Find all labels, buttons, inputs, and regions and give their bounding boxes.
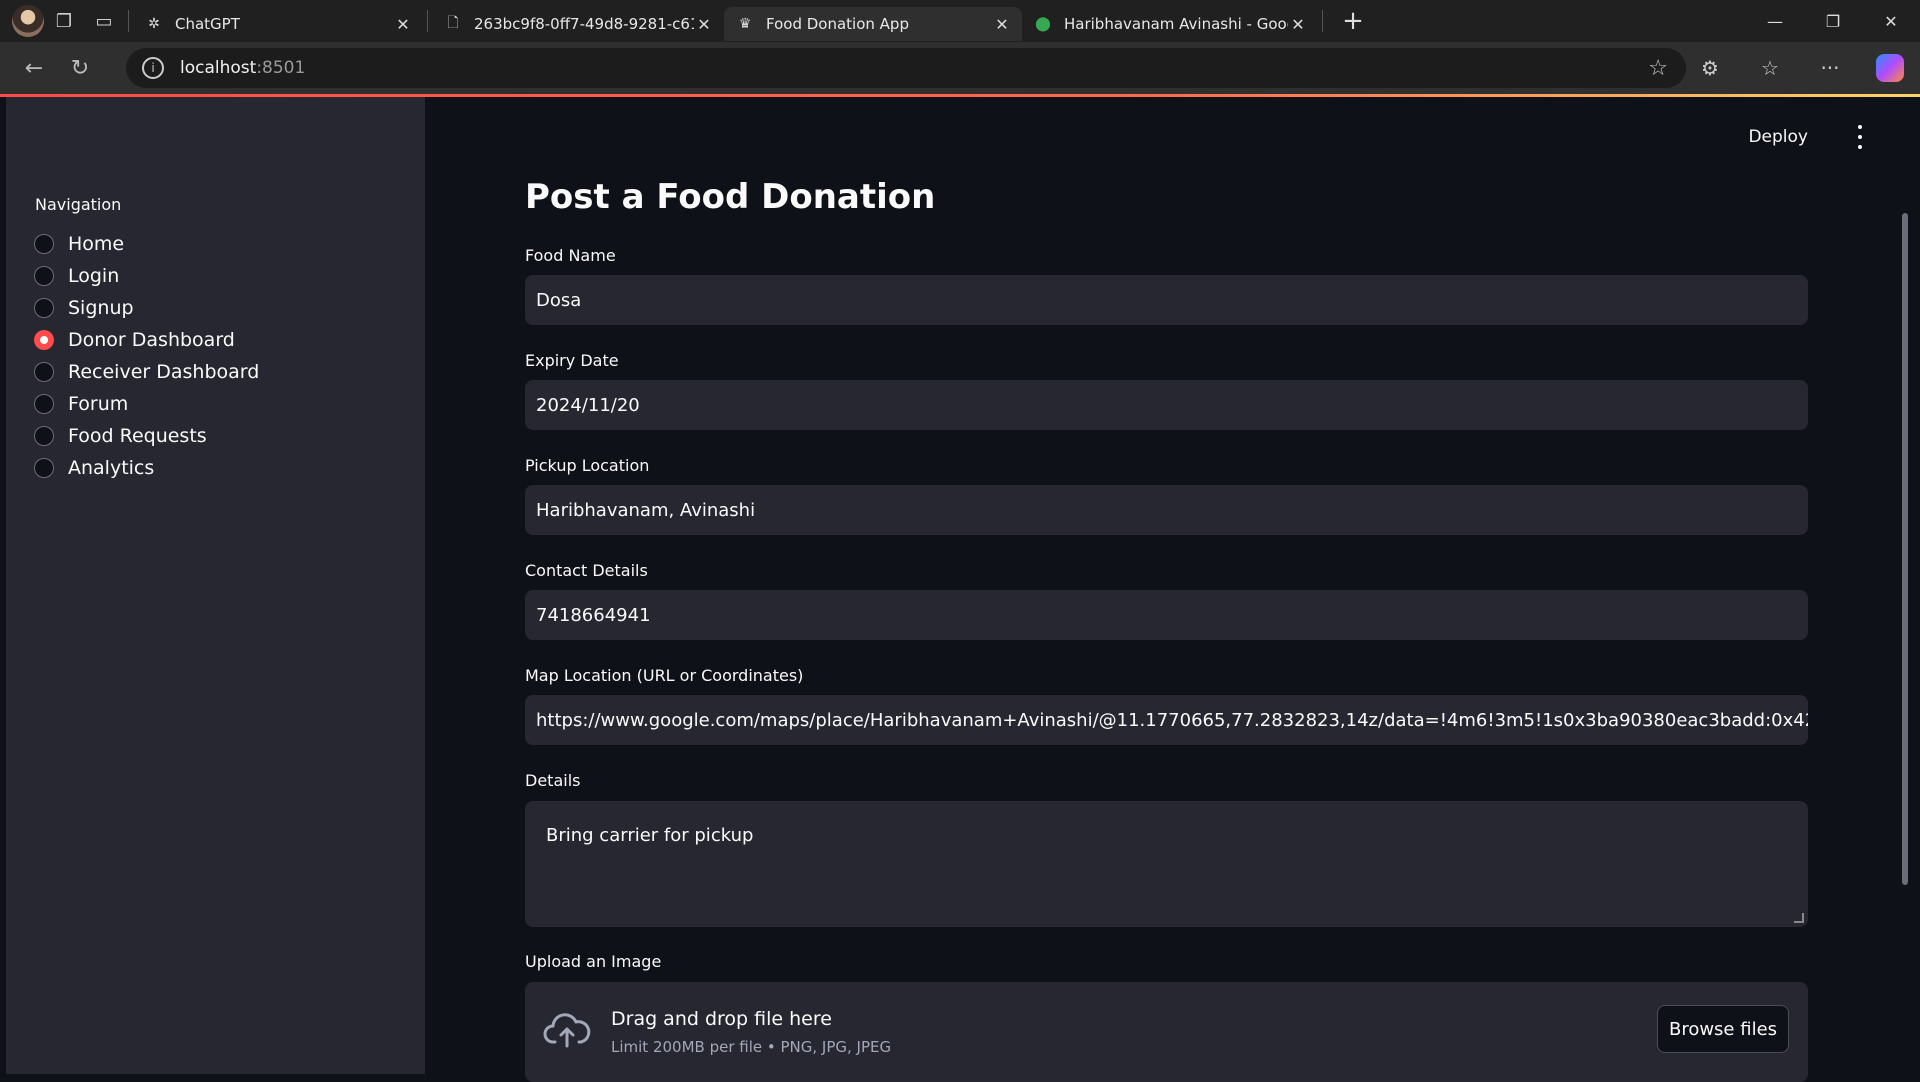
nav-item-forum[interactable]: Forum: [34, 388, 259, 420]
scrollbar[interactable]: [1902, 213, 1908, 885]
radio-icon[interactable]: [34, 266, 54, 286]
more-options-icon[interactable]: ···: [1800, 56, 1860, 80]
vertical-tabs-icon[interactable]: ▭: [84, 1, 124, 41]
back-arrow-icon[interactable]: ←: [12, 46, 56, 90]
expiry-date-label: Expiry Date: [525, 351, 619, 370]
radio-icon[interactable]: [34, 426, 54, 446]
tab-chatgpt[interactable]: ✲ ChatGPT ✕: [133, 7, 423, 41]
file-uploader-dropzone[interactable]: Drag and drop file here Limit 200MB per …: [525, 982, 1808, 1082]
deploy-button[interactable]: Deploy: [1748, 127, 1808, 147]
main-menu-icon[interactable]: [1850, 125, 1870, 149]
tab-google-maps[interactable]: ⬤ Haribhavanam Avinashi - Google ✕: [1022, 7, 1318, 41]
map-location-input[interactable]: https://www.google.com/maps/place/Haribh…: [525, 695, 1808, 745]
navigation-label: Navigation: [35, 195, 122, 214]
browser-address-bar: ← ↻ i localhost:8501 ☆ ⚙ ☆ ···: [0, 42, 1920, 94]
radio-checked-icon[interactable]: [34, 330, 54, 350]
file-icon: 🗋: [447, 15, 459, 31]
close-window-icon[interactable]: ✕: [1862, 0, 1920, 42]
contact-details-label: Contact Details: [525, 561, 648, 580]
expiry-date-input[interactable]: 2024/11/20: [525, 380, 1808, 430]
restore-icon[interactable]: ❐: [1804, 0, 1862, 42]
upload-image-label: Upload an Image: [525, 952, 662, 971]
upload-limit-text: Limit 200MB per file • PNG, JPG, JPEG: [611, 1038, 892, 1056]
browser-toolbar: ⚙ ☆ ···: [1680, 42, 1920, 94]
cloud-upload-icon: [543, 1013, 591, 1048]
close-tab-icon[interactable]: ✕: [393, 15, 413, 34]
favorites-icon[interactable]: ☆: [1740, 56, 1800, 80]
window-controls: — ❐ ✕: [1746, 0, 1920, 42]
food-name-input[interactable]: Dosa: [525, 275, 1808, 325]
nav-item-donor-dashboard[interactable]: Donor Dashboard: [34, 324, 259, 356]
favorite-star-icon[interactable]: ☆: [1648, 56, 1668, 81]
nav-item-home[interactable]: Home: [34, 228, 259, 260]
site-info-icon[interactable]: i: [142, 57, 164, 79]
close-tab-icon[interactable]: ✕: [1288, 15, 1308, 34]
openai-icon: ✲: [148, 16, 160, 32]
details-label: Details: [525, 771, 581, 790]
pickup-location-label: Pickup Location: [525, 456, 650, 475]
radio-icon[interactable]: [34, 458, 54, 478]
tab-food-donation-app[interactable]: ♛ Food Donation App ✕: [724, 7, 1022, 41]
radio-icon[interactable]: [34, 298, 54, 318]
navigation-radio-group: Home Login Signup Donor Dashboard Receiv…: [34, 228, 259, 484]
reload-icon[interactable]: ↻: [58, 46, 102, 90]
browser-tab-bar: ❐ ▭ ✲ ChatGPT ✕ 🗋 263bc9f8-0ff7-49d8-928…: [0, 0, 1920, 42]
close-tab-icon[interactable]: ✕: [992, 15, 1012, 34]
copilot-icon[interactable]: [1860, 54, 1920, 82]
page-title: Post a Food Donation: [525, 177, 936, 217]
profile-avatar[interactable]: [12, 5, 44, 37]
new-tab-icon[interactable]: +: [1335, 3, 1371, 39]
nav-item-login[interactable]: Login: [34, 260, 259, 292]
map-location-label: Map Location (URL or Coordinates): [525, 666, 804, 685]
nav-item-signup[interactable]: Signup: [34, 292, 259, 324]
contact-details-input[interactable]: 7418664941: [525, 590, 1808, 640]
workspaces-icon[interactable]: ❐: [44, 1, 84, 41]
url-input[interactable]: i localhost:8501 ☆: [126, 48, 1686, 88]
nav-item-analytics[interactable]: Analytics: [34, 452, 259, 484]
browse-files-button[interactable]: Browse files: [1657, 1005, 1789, 1053]
map-pin-icon: ⬤: [1035, 16, 1051, 32]
radio-icon[interactable]: [34, 362, 54, 382]
nav-item-food-requests[interactable]: Food Requests: [34, 420, 259, 452]
details-textarea[interactable]: Bring carrier for pickup: [525, 801, 1808, 927]
radio-icon[interactable]: [34, 234, 54, 254]
streamlit-icon: ♛: [738, 16, 752, 32]
nav-item-receiver-dashboard[interactable]: Receiver Dashboard: [34, 356, 259, 388]
food-name-label: Food Name: [525, 246, 616, 265]
extensions-icon[interactable]: ⚙: [1680, 56, 1740, 80]
radio-icon[interactable]: [34, 394, 54, 414]
tab-file[interactable]: 🗋 263bc9f8-0ff7-49d8-9281-c61862 ✕: [432, 7, 724, 41]
resize-handle-icon[interactable]: [1794, 913, 1804, 923]
sidebar: Navigation Home Login Signup Donor Dashb…: [6, 97, 425, 1074]
upload-title: Drag and drop file here: [611, 1008, 832, 1030]
pickup-location-input[interactable]: Haribhavanam, Avinashi: [525, 485, 1808, 535]
minimize-icon[interactable]: —: [1746, 0, 1804, 42]
close-tab-icon[interactable]: ✕: [694, 15, 714, 34]
main-content: Deploy Post a Food Donation Food Name Do…: [425, 97, 1914, 1082]
details-text: Bring carrier for pickup: [546, 825, 754, 846]
